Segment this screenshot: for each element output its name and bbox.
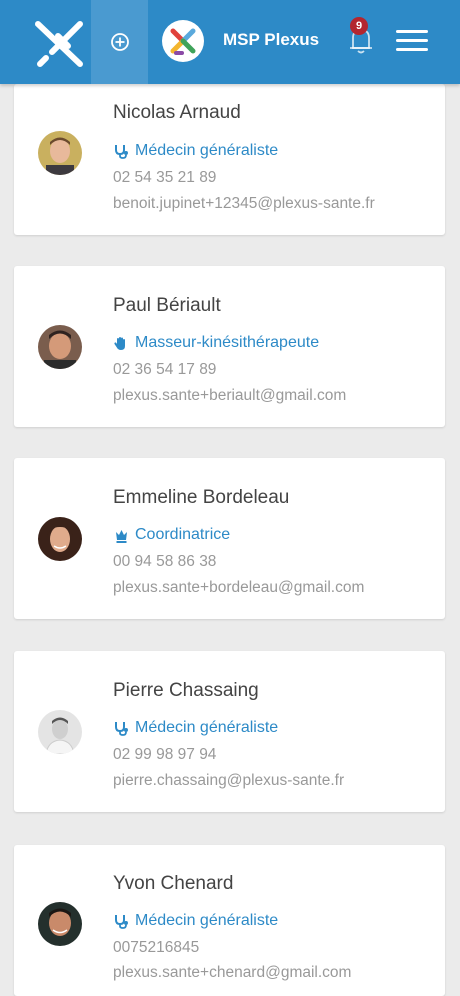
contact-name: Yvon Chenard <box>113 873 234 894</box>
contact-role-label: Masseur-kinésithérapeute <box>135 334 320 351</box>
plus-circle-icon <box>110 33 129 51</box>
contact-phone[interactable]: 00 94 58 86 38 <box>113 553 216 571</box>
avatar <box>38 517 82 561</box>
contact-name: Paul Bériault <box>113 295 221 316</box>
contact-card[interactable]: Yvon Chenard Médecin généraliste 0075216… <box>14 845 445 996</box>
avatar <box>38 902 82 946</box>
contact-role[interactable]: Médecin généraliste <box>113 912 278 930</box>
contact-email[interactable]: plexus.sante+chenard@gmail.com <box>113 964 351 982</box>
contact-role[interactable]: Coordinatrice <box>113 526 230 544</box>
contact-name: Pierre Chassaing <box>113 680 259 701</box>
contact-card[interactable]: Paul Bériault Masseur-kinésithérapeute 0… <box>14 266 445 427</box>
contact-role[interactable]: Masseur-kinésithérapeute <box>113 334 319 352</box>
stethoscope-icon <box>115 914 128 929</box>
notification-count-badge: 9 <box>350 17 368 35</box>
chess-queen-icon <box>116 529 127 543</box>
app-logo-icon[interactable] <box>28 14 90 70</box>
msp-name[interactable]: MSP Plexus <box>223 30 319 50</box>
contact-email[interactable]: pierre.chassaing@plexus-sante.fr <box>113 772 344 790</box>
contact-card[interactable]: Pierre Chassaing Médecin généraliste 02 … <box>14 651 445 812</box>
contact-email[interactable]: benoit.jupinet+12345@plexus-sante.fr <box>113 195 375 213</box>
add-button[interactable] <box>91 0 148 84</box>
stethoscope-icon <box>115 144 128 159</box>
top-navigation-bar: MSP Plexus 9 <box>0 0 460 84</box>
contact-phone[interactable]: 02 99 98 97 94 <box>113 746 216 764</box>
avatar <box>38 325 82 369</box>
contact-email[interactable]: plexus.sante+bordeleau@gmail.com <box>113 579 364 597</box>
contact-phone[interactable]: 0075216845 <box>113 939 199 957</box>
contact-role-label: Médecin généraliste <box>135 719 279 736</box>
avatar <box>38 710 82 754</box>
contact-role-label: Médecin généraliste <box>135 142 279 159</box>
stethoscope-icon <box>115 721 128 736</box>
hamburger-menu-icon[interactable] <box>396 26 430 56</box>
contact-card[interactable]: Nicolas Arnaud Médecin généraliste 02 54… <box>14 84 445 235</box>
contact-role[interactable]: Médecin généraliste <box>113 719 278 737</box>
hand-icon <box>114 336 125 350</box>
contact-role[interactable]: Médecin généraliste <box>113 142 278 160</box>
contact-card[interactable]: Emmeline Bordeleau Coordinatrice 00 94 5… <box>14 458 445 619</box>
contact-email[interactable]: plexus.sante+beriault@gmail.com <box>113 387 346 405</box>
contact-phone[interactable]: 02 54 35 21 89 <box>113 169 216 187</box>
contact-name: Nicolas Arnaud <box>113 102 241 123</box>
contact-phone[interactable]: 02 36 54 17 89 <box>113 361 216 379</box>
msp-logo-icon[interactable] <box>162 20 204 62</box>
contact-name: Emmeline Bordeleau <box>113 487 290 508</box>
contact-role-label: Coordinatrice <box>135 526 231 543</box>
contact-role-label: Médecin généraliste <box>135 912 279 929</box>
avatar <box>38 131 82 175</box>
